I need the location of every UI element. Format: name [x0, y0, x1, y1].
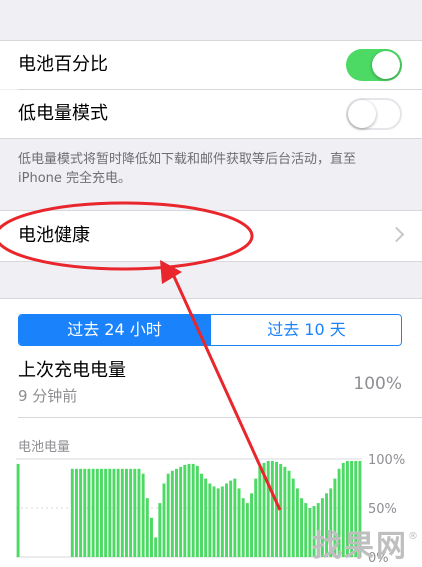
footnote-line-2: iPhone 完全充电。	[18, 171, 132, 186]
battery-percentage-label: 电池百分比	[18, 54, 108, 75]
battery-bar	[225, 483, 228, 557]
battery-bar	[270, 460, 274, 557]
last-charge-time: 9 分钟前	[18, 387, 78, 405]
battery-bar	[283, 466, 287, 557]
battery-bar	[212, 486, 216, 557]
battery-bar	[175, 468, 178, 557]
last-charge-value: 100%	[353, 374, 402, 394]
low-power-footnote: 低电量模式将暂时降低如下载和邮件获取等后台活动，直至 iPhone 完全充电。	[18, 150, 410, 188]
battery-bar	[183, 464, 187, 557]
battery-percentage-toggle[interactable]	[346, 49, 402, 81]
battery-bar	[204, 478, 208, 557]
battery-health-row[interactable]: 电池健康	[0, 211, 422, 261]
segment-10-days[interactable]: 过去 10 天	[210, 315, 401, 345]
segment-24-hours[interactable]: 过去 24 小时	[19, 315, 210, 345]
battery-bar	[79, 468, 83, 557]
section-separator	[0, 138, 422, 139]
battery-bar	[229, 480, 233, 557]
battery-bar	[95, 468, 99, 557]
battery-bar	[287, 470, 291, 557]
footnote-line-1: 低电量模式将暂时降低如下载和邮件获取等后台活动，直至	[18, 152, 357, 167]
battery-bar	[200, 473, 203, 557]
battery-bar	[191, 463, 195, 557]
battery-bar	[104, 468, 108, 557]
battery-bar	[295, 488, 299, 557]
battery-bar	[141, 473, 145, 557]
battery-bar	[250, 493, 253, 557]
battery-bar	[220, 486, 224, 557]
y-tick-label: 50%	[368, 502, 397, 517]
last-charge-label: 上次充电电量	[18, 360, 126, 381]
battery-bar	[254, 478, 258, 557]
battery-bar	[129, 468, 133, 557]
battery-health-label: 电池健康	[18, 225, 90, 246]
battery-bar	[91, 468, 95, 557]
battery-bar	[187, 463, 191, 557]
battery-percentage-row: 电池百分比	[0, 41, 422, 89]
battery-bar	[275, 461, 278, 557]
battery-bar	[233, 478, 237, 557]
battery-bar	[166, 473, 170, 557]
battery-bar	[162, 483, 166, 557]
battery-bar	[258, 466, 262, 557]
chart-title: 电池电量	[18, 440, 70, 455]
battery-bar	[100, 468, 103, 557]
battery-bar	[241, 498, 245, 557]
battery-bar	[304, 503, 308, 557]
toggle-knob	[372, 51, 400, 79]
battery-bar	[108, 468, 112, 557]
registered-mark-icon: ®	[408, 531, 418, 542]
low-power-label: 低电量模式	[18, 103, 108, 124]
battery-bar	[125, 468, 128, 557]
battery-bar	[245, 503, 249, 557]
battery-bar	[158, 503, 162, 557]
battery-bar	[179, 466, 183, 557]
battery-bar	[120, 468, 124, 557]
battery-bar	[279, 463, 283, 557]
watermark: 找果网	[312, 529, 408, 564]
arrow-head-icon	[160, 260, 182, 284]
battery-bar	[208, 483, 212, 557]
battery-bar	[154, 537, 158, 557]
battery-bar	[170, 470, 174, 557]
battery-bar	[74, 468, 78, 557]
battery-bar	[112, 468, 116, 557]
battery-bar	[216, 488, 220, 557]
battery-bar	[237, 488, 241, 557]
battery-bar	[70, 468, 74, 557]
battery-bar	[145, 498, 149, 557]
battery-bar	[116, 468, 120, 557]
y-tick-label: 100%	[368, 453, 405, 468]
battery-bar	[83, 468, 87, 557]
battery-bar	[291, 478, 295, 557]
battery-bar	[262, 462, 266, 557]
battery-bar	[195, 465, 199, 557]
battery-bar	[308, 508, 312, 557]
battery-bar	[87, 468, 91, 557]
battery-bar	[133, 468, 137, 557]
section-separator	[0, 261, 422, 262]
battery-bar	[266, 460, 270, 557]
low-power-toggle[interactable]	[346, 98, 402, 130]
battery-bar	[150, 517, 153, 557]
battery-bar	[300, 498, 304, 557]
battery-bar	[137, 468, 141, 557]
time-range-segmented-control: 过去 24 小时 过去 10 天	[18, 314, 402, 346]
toggle-knob	[348, 100, 376, 128]
battery-bar	[16, 463, 20, 557]
row-separator	[18, 417, 422, 418]
low-power-row: 低电量模式	[0, 90, 422, 138]
